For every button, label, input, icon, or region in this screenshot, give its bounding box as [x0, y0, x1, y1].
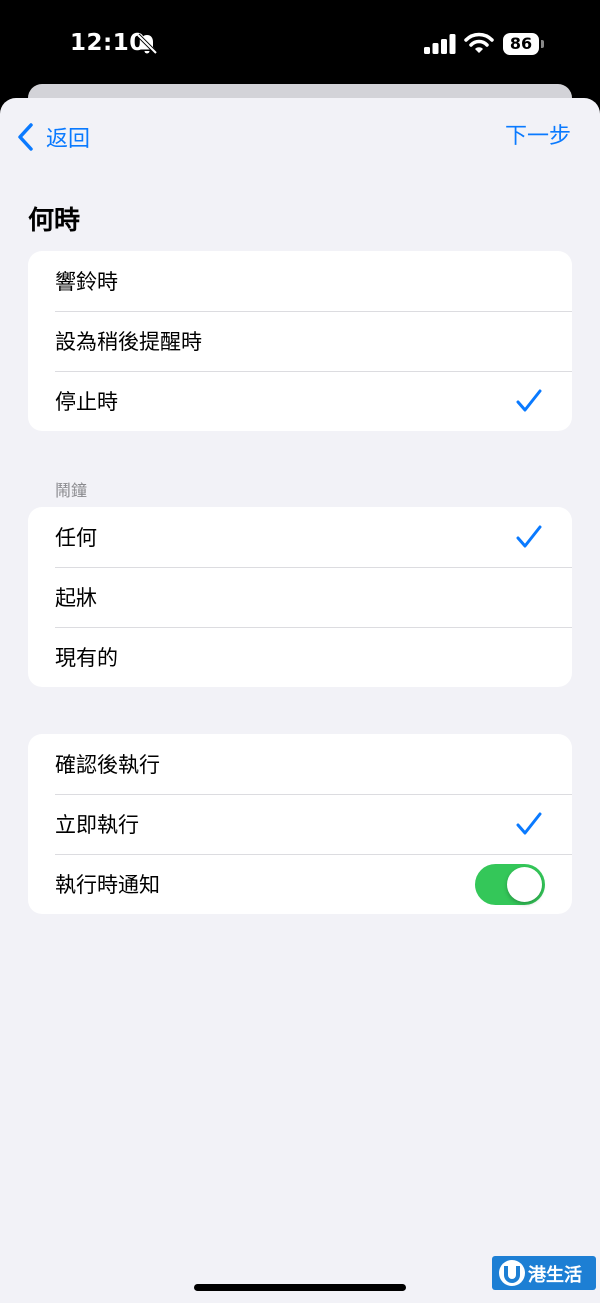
option-label: 現有的	[55, 646, 118, 670]
option-ringing[interactable]: 響鈴時	[28, 251, 572, 311]
notify-when-run-toggle[interactable]	[475, 864, 545, 905]
option-label: 執行時通知	[55, 873, 160, 897]
option-stopped[interactable]: 停止時	[28, 371, 572, 431]
watermark-text: 港生活	[528, 1265, 582, 1286]
option-existing[interactable]: 現有的	[28, 627, 572, 687]
bell-slash-icon	[136, 33, 158, 55]
option-ask-before-running[interactable]: 確認後執行	[28, 734, 572, 794]
checkmark-icon	[516, 389, 542, 412]
watermark: 港生活	[492, 1256, 596, 1290]
run-options-group: 確認後執行 立即執行 執行時通知	[28, 734, 572, 914]
option-label: 確認後執行	[55, 753, 160, 777]
option-run-immediately[interactable]: 立即執行	[28, 794, 572, 854]
checkmark-icon	[516, 525, 542, 548]
signal-icon	[424, 34, 456, 54]
trigger-options-group: 響鈴時 設為稍後提醒時 停止時	[28, 251, 572, 431]
alarm-section-header: 鬧鐘	[55, 481, 88, 500]
option-label: 響鈴時	[55, 270, 118, 294]
next-button[interactable]: 下一步	[505, 120, 571, 154]
option-label: 停止時	[55, 390, 118, 414]
option-snoozed[interactable]: 設為稍後提醒時	[28, 311, 572, 371]
battery-icon: 86	[503, 33, 545, 55]
option-any[interactable]: 任何	[28, 507, 572, 567]
checkmark-icon	[516, 812, 542, 835]
chevron-left-icon	[18, 123, 33, 151]
toggle-knob	[507, 867, 542, 902]
status-time: 12:10	[70, 30, 146, 56]
back-button[interactable]: 返回	[16, 120, 90, 154]
notify-when-run-row: 執行時通知	[28, 854, 572, 914]
option-label: 起牀	[55, 586, 97, 610]
option-label: 設為稍後提醒時	[55, 330, 202, 354]
home-indicator[interactable]	[194, 1284, 406, 1291]
option-wake-up[interactable]: 起牀	[28, 567, 572, 627]
wifi-icon	[464, 32, 494, 53]
option-label: 任何	[55, 526, 97, 550]
battery-level: 86	[509, 34, 533, 53]
status-bar: 12:10 86	[0, 0, 600, 88]
page-title: 何時	[28, 206, 81, 236]
u-logo-icon	[499, 1260, 525, 1286]
option-label: 立即執行	[55, 813, 139, 837]
back-button-label: 返回	[46, 127, 91, 152]
alarm-options-group: 任何 起牀 現有的	[28, 507, 572, 687]
